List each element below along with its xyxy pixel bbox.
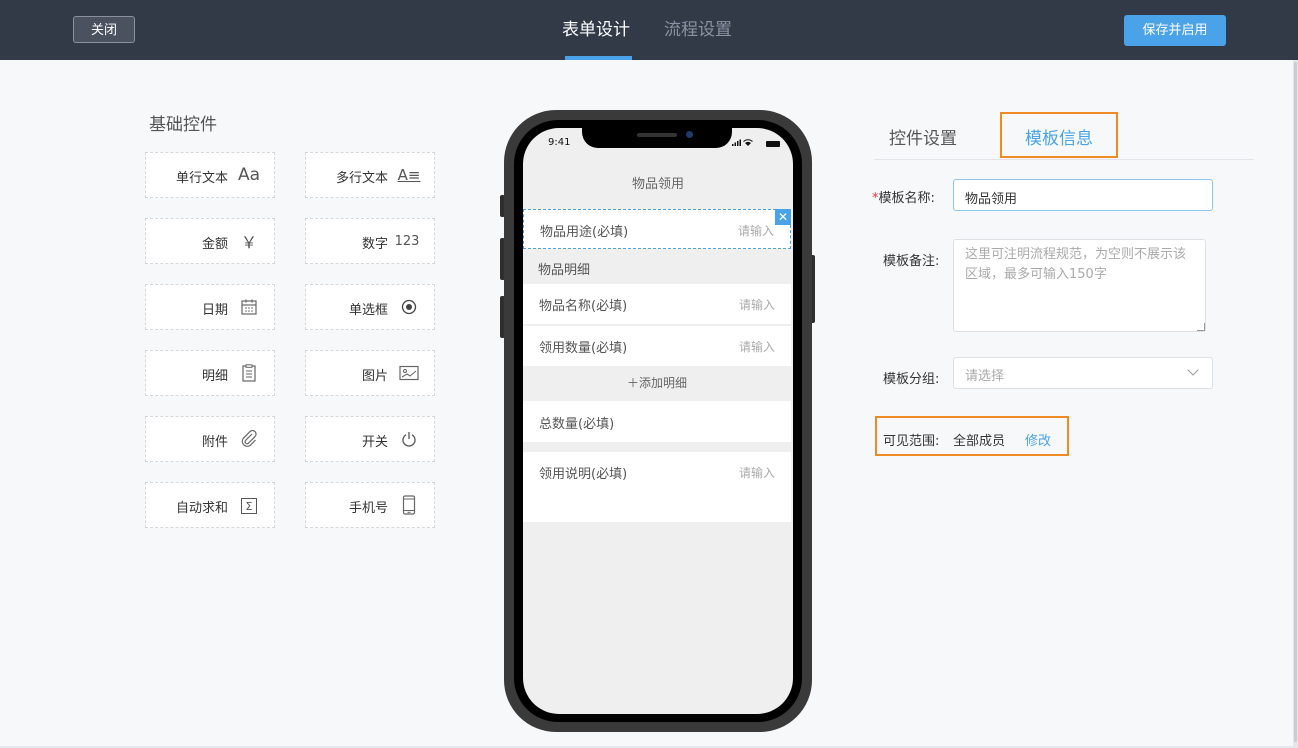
status-time: 9:41 [548, 137, 571, 148]
control-label: 手机号 [348, 501, 388, 516]
tab-divider [874, 159, 1254, 160]
battery-icon [766, 141, 780, 147]
paperclip-icon [238, 428, 260, 450]
group-label: 模板分组: [883, 372, 940, 387]
signal-wifi-icon [732, 138, 764, 150]
control-label: 多行文本 [335, 171, 388, 186]
control-label: 开关 [361, 435, 388, 450]
control-multi-line-text[interactable]: 多行文本 A≡ [305, 152, 435, 198]
mobile-icon [398, 494, 420, 516]
visibility-value: 全部成员 [953, 434, 1006, 449]
phone-field-purpose[interactable]: 物品用途(必填) 请输入 [523, 209, 791, 249]
tab-form-design[interactable]: 表单设计 [562, 18, 630, 42]
control-auto-sum[interactable]: 自动求和 Σ [145, 482, 275, 528]
tab-template-info[interactable]: 模板信息 [1025, 124, 1093, 149]
remark-label: 模板备注: [883, 254, 940, 269]
control-label: 附件 [201, 435, 228, 450]
control-label: 明细 [201, 369, 228, 384]
tab-control-settings[interactable]: 控件设置 [889, 124, 957, 149]
control-radio[interactable]: 单选框 [305, 284, 435, 330]
name-label-text: 模板名称: [878, 191, 935, 206]
visibility-label: 可见范围: [883, 434, 940, 449]
close-icon[interactable]: ✕ [775, 209, 791, 225]
phone-field-item-name[interactable]: 物品名称(必填) 请输入 [523, 284, 791, 324]
multiline-text-icon: A≡ [397, 166, 421, 184]
control-amount[interactable]: 金额 ￥ [145, 218, 275, 264]
clipboard-icon [238, 362, 260, 384]
close-button[interactable]: 关闭 [73, 16, 135, 43]
field-placeholder: 请输入 [737, 224, 774, 238]
field-label: 总数量(必填) [539, 417, 615, 432]
power-icon [398, 428, 420, 450]
phone-camera [686, 131, 693, 138]
field-label: 领用数量(必填) [539, 341, 628, 356]
currency-icon: ￥ [240, 233, 257, 252]
control-label: 图片 [361, 369, 388, 384]
sum-icon: Σ [241, 498, 257, 514]
radio-icon [398, 296, 420, 318]
phone-field-description[interactable]: 领用说明(必填) 请输入 [523, 452, 791, 522]
control-label: 单选框 [348, 303, 388, 318]
template-group-select[interactable]: 请选择 [953, 357, 1213, 389]
control-single-line-text[interactable]: 单行文本 Aa [145, 152, 275, 198]
control-label: 金额 [201, 237, 228, 252]
control-date[interactable]: 日期 [145, 284, 275, 330]
control-label: 日期 [201, 303, 228, 318]
detail-section-label: 物品明细 [538, 263, 591, 278]
control-label: 单行文本 [175, 171, 228, 186]
save-and-enable-button[interactable]: 保存并启用 [1124, 15, 1226, 46]
control-attachment[interactable]: 附件 [145, 416, 275, 462]
field-placeholder: 请输入 [738, 340, 775, 354]
control-mobile[interactable]: 手机号 [305, 482, 435, 528]
phone-form-title: 物品领用 [631, 177, 684, 192]
field-label: 领用说明(必填) [539, 467, 628, 482]
resize-handle-icon[interactable] [1197, 323, 1205, 331]
phone-notch [582, 128, 732, 148]
phone-field-total[interactable]: 总数量(必填) [523, 401, 791, 442]
visibility-edit-link[interactable]: 修改 [1025, 430, 1051, 449]
field-label: 物品名称(必填) [539, 299, 628, 314]
template-name-input[interactable]: 物品领用 [953, 179, 1213, 211]
field-placeholder: 请输入 [738, 466, 775, 480]
image-icon [398, 362, 420, 384]
control-label: 自动求和 [175, 501, 228, 516]
top-bar [0, 0, 1298, 60]
basic-controls-title: 基础控件 [149, 115, 217, 135]
add-detail-button[interactable]: ＋添加明细 [523, 368, 791, 398]
name-label: *模板名称: [872, 187, 935, 206]
phone-speaker [637, 133, 677, 137]
scrollbar-thumb[interactable] [1294, 62, 1297, 742]
active-tab-indicator [565, 56, 632, 60]
control-image[interactable]: 图片 [305, 350, 435, 396]
field-label: 物品用途(必填) [540, 225, 629, 240]
control-number[interactable]: 数字 123 [305, 218, 435, 264]
control-detail[interactable]: 明细 [145, 350, 275, 396]
field-placeholder: 请输入 [738, 298, 775, 312]
phone-field-quantity[interactable]: 领用数量(必填) 请输入 [523, 326, 791, 366]
number-icon: 123 [394, 233, 420, 249]
calendar-icon [238, 296, 260, 318]
tab-flow-settings[interactable]: 流程设置 [664, 18, 732, 42]
control-switch[interactable]: 开关 [305, 416, 435, 462]
control-label: 数字 [361, 237, 388, 252]
template-remark-textarea[interactable]: 这里可注明流程规范，为空则不展示该区域，最多可输入150字 [953, 239, 1206, 332]
text-icon: Aa [237, 165, 261, 185]
